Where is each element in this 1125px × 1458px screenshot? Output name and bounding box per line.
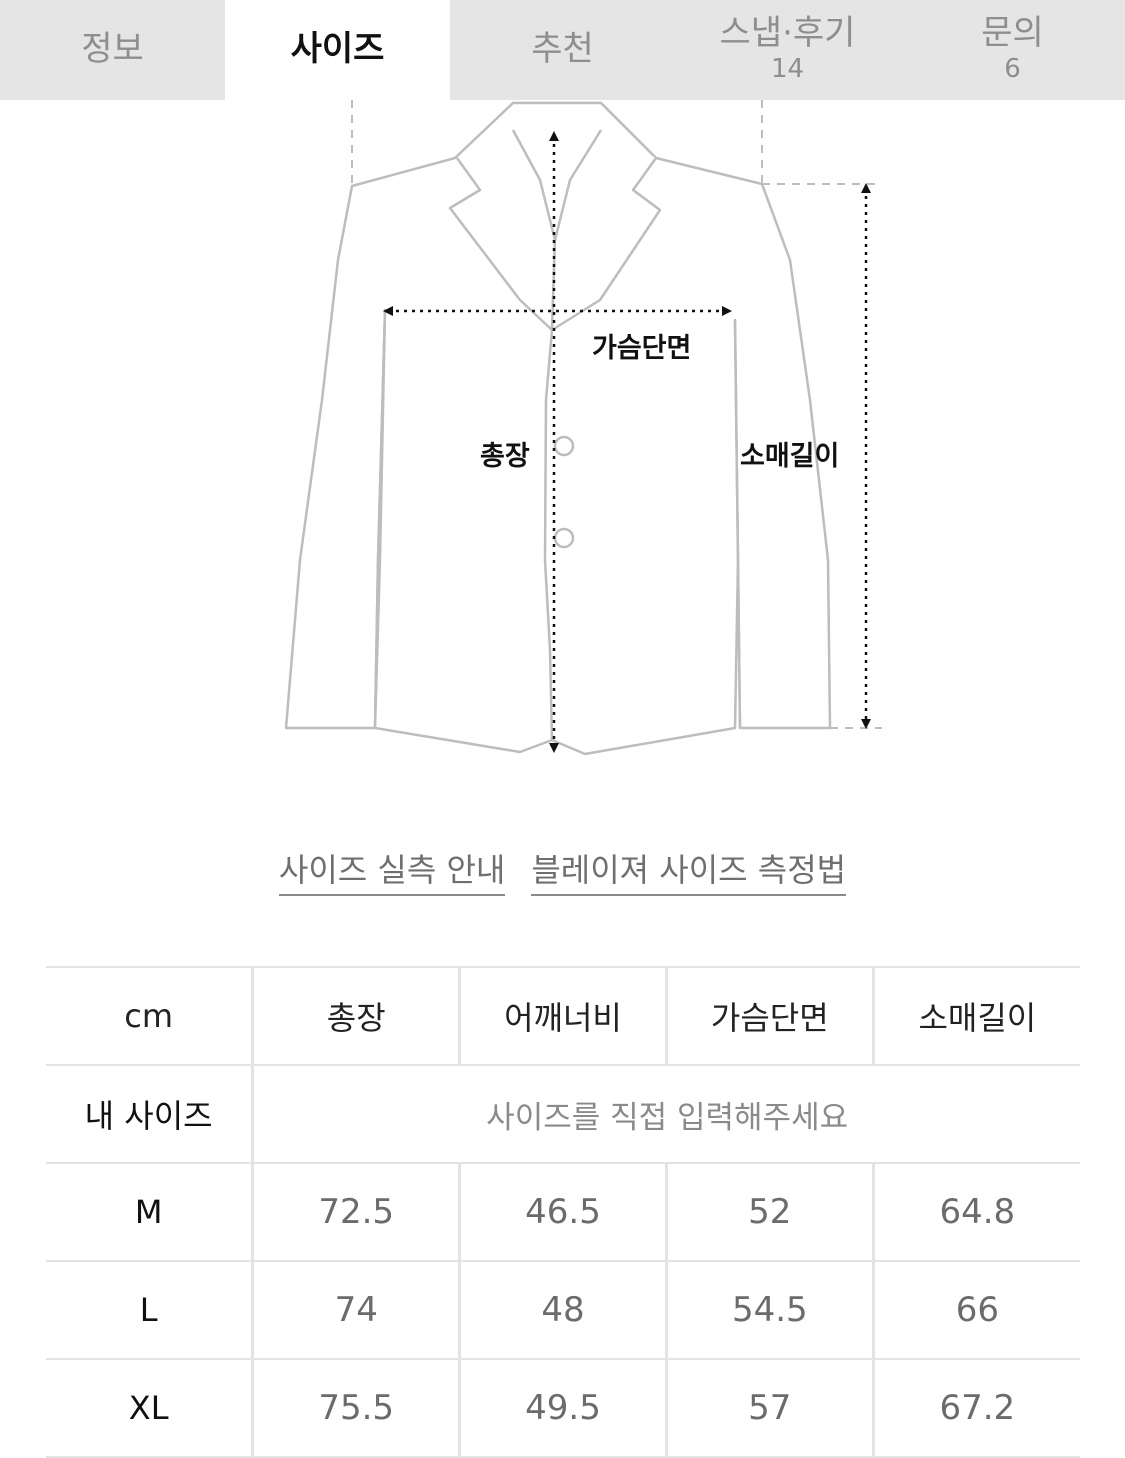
my-size-input[interactable]: 사이즈를 직접 입력해주세요 [251,1064,1080,1164]
table-row: L 74 48 54.5 66 [46,1260,1080,1360]
header-sleeve-length: 소매길이 [871,966,1080,1066]
tab-bar: 정보 사이즈 추천 스냅·후기 14 문의 6 [0,0,1125,100]
header-shoulder-width: 어깨너비 [458,966,667,1066]
size-measurement-guide-link[interactable]: 사이즈 실측 안내 [278,845,506,896]
tab-inquiry-count: 6 [1004,54,1021,85]
table-header-row: cm 총장 어깨너비 가슴단면 소매길이 [46,966,1080,1066]
blazer-size-diagram: 가슴단면 총장 소매길이 [0,100,1125,780]
tab-size[interactable]: 사이즈 [225,0,450,100]
table-cell: 54.5 [664,1260,874,1360]
header-chest-width: 가슴단면 [664,966,874,1066]
header-total-length: 총장 [251,966,460,1066]
tab-inquiry[interactable]: 문의 6 [900,0,1125,100]
tab-size-label: 사이즈 [290,29,385,70]
table-cell: 75.5 [251,1358,460,1458]
table-cell: 52 [664,1162,874,1262]
sleeve-dimension-label: 소매길이 [740,441,840,472]
table-cell: 66 [871,1260,1080,1360]
blazer-outline-illustration [284,100,882,756]
table-cell: 74 [251,1260,460,1360]
chest-dimension-label: 가슴단면 [592,333,692,364]
tab-snap-review-label: 스냅·후기 [719,12,856,53]
table-cell: 46.5 [458,1162,667,1262]
table-cell: 67.2 [871,1358,1080,1458]
length-dimension-label: 총장 [480,441,530,472]
tab-info[interactable]: 정보 [0,0,225,100]
tab-recommend-label: 추천 [531,29,594,70]
tab-recommend[interactable]: 추천 [450,0,675,100]
header-unit: cm [46,966,253,1066]
table-cell: 57 [664,1358,874,1458]
size-label-m: M [46,1162,253,1262]
table-cell: 64.8 [871,1162,1080,1262]
my-size-row: 내 사이즈 사이즈를 직접 입력해주세요 [46,1064,1080,1164]
table-row: XL 75.5 49.5 57 67.2 [46,1358,1080,1458]
blazer-measure-method-link[interactable]: 블레이져 사이즈 측정법 [531,845,847,896]
jacket-body [284,101,832,756]
tab-snap-review[interactable]: 스냅·후기 14 [675,0,900,100]
size-label-l: L [46,1260,253,1360]
table-cell: 49.5 [458,1358,667,1458]
size-table: cm 총장 어깨너비 가슴단면 소매길이 내 사이즈 사이즈를 직접 입력해주세… [46,966,1080,1458]
my-size-label: 내 사이즈 [46,1064,253,1164]
table-row: M 72.5 46.5 52 64.8 [46,1162,1080,1262]
size-guide-links: 사이즈 실측 안내 블레이져 사이즈 측정법 [0,845,1125,896]
tab-inquiry-label: 문의 [981,12,1044,53]
tab-snap-review-count: 14 [770,54,805,85]
size-label-xl: XL [46,1358,253,1458]
tab-info-label: 정보 [81,29,144,70]
table-cell: 72.5 [251,1162,460,1262]
table-cell: 48 [458,1260,667,1360]
